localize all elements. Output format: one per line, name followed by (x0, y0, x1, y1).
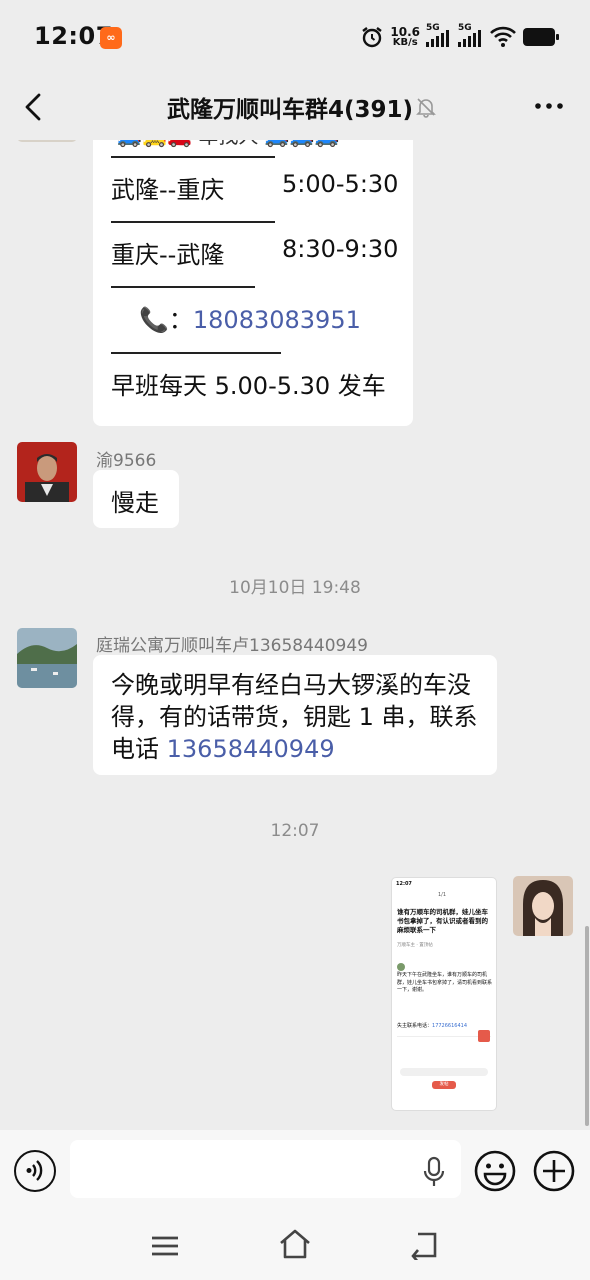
route-label: 重庆--武隆 (111, 241, 225, 269)
chat-header: 武隆万顺叫车群4(391) (0, 76, 590, 140)
message-text: 慢走 (111, 489, 159, 517)
alarm-icon (362, 27, 383, 48)
voice-input-button[interactable] (14, 1150, 56, 1192)
timestamp: 12:07 (270, 821, 320, 841)
thumb-phone: 失主联系电话：17726616414 (397, 1023, 468, 1029)
avatar-portrait-icon (17, 442, 77, 502)
chat-title: 武隆万顺叫车群4(391) (166, 97, 414, 123)
signal-sim1-icon: 5G (426, 23, 452, 47)
phone-link[interactable]: 18083083951 (193, 306, 361, 334)
signal-sim2-icon: 5G (458, 23, 484, 47)
scrollbar[interactable] (585, 926, 589, 1126)
thumb-divider (397, 1036, 491, 1037)
thumb-body: 昨天下午在武隆坐车，谁有万顺车的司机群，娃儿坐车书包拿掉了，请司机看到联系一下，… (397, 972, 493, 993)
sender-name: 庭瑞公寓万顺叫车卢13658440949 (96, 636, 368, 656)
back-icon[interactable] (408, 1230, 440, 1260)
avatar-portrait-icon (513, 876, 573, 936)
menu-icon[interactable] (150, 1234, 180, 1258)
schedule-note: 早班每天 5.00-5.30 发车 (111, 372, 386, 400)
emoji-icon[interactable] (474, 1150, 516, 1192)
route-time: 5:00-5:30 (282, 170, 399, 198)
sender-name: 渝9566 (96, 451, 157, 471)
thumb-meta: 万顺车主 · 置顶帖 (397, 943, 433, 948)
add-attachment-icon[interactable] (533, 1150, 575, 1192)
thumb-gray-bar (400, 1068, 488, 1076)
phone-icon: 📞 (139, 306, 169, 334)
home-icon[interactable] (278, 1228, 312, 1260)
more-options-icon[interactable] (534, 94, 564, 118)
status-bar: 12:07 ∞ 10.6 KB/s 5G 5G (0, 0, 590, 76)
status-icons: 10.6 KB/s 5G 5G (360, 22, 560, 52)
net-speed: 10.6 KB/s (390, 25, 420, 48)
divider (111, 156, 275, 158)
message-bubble[interactable]: 慢走 (93, 470, 179, 528)
app-notification-icon: ∞ (100, 27, 122, 49)
route-time: 8:30-9:30 (282, 235, 399, 263)
thumb-title: 谁有万顺车的司机群，娃儿坐车书包拿掉了，有认识或者看到的麻烦联系一下 (397, 908, 488, 934)
chat-area[interactable]: ·🚙🚕🚗 车找人 🚙🚙🚙 武隆--重庆 5:00-5:30 重庆--武隆 8:3… (0, 140, 590, 1130)
avatar[interactable] (17, 628, 77, 688)
message-bubble[interactable]: 今晚或明早有经白马大锣溪的车没 得，有的话带货，钥匙 1 串，联系 电话 136… (93, 655, 497, 775)
message-input[interactable] (70, 1140, 461, 1198)
avatar[interactable] (17, 140, 77, 142)
phone-link[interactable]: 13658440949 (167, 735, 335, 763)
thumb-red-icon (478, 1030, 490, 1042)
divider (111, 352, 281, 354)
thumb-author-row (397, 956, 491, 971)
message-emoji-line: ·🚙🚕🚗 车找人 🚙🚙🚙 (111, 140, 340, 149)
thumb-status: 12:07 (396, 881, 412, 887)
divider (111, 286, 255, 288)
avatar[interactable] (17, 442, 77, 502)
image-message[interactable]: 12:07 1/1 谁有万顺车的司机群，娃儿坐车书包拿掉了，有认识或者看到的麻烦… (391, 877, 497, 1111)
avatar-landscape-icon (17, 628, 77, 688)
wifi-icon (490, 26, 516, 47)
divider (111, 221, 275, 223)
microphone-icon[interactable] (422, 1156, 446, 1188)
battery-icon (523, 28, 559, 46)
route-label: 武隆--重庆 (111, 176, 225, 204)
message-bubble-schedule[interactable]: ·🚙🚕🚗 车找人 🚙🚙🚙 武隆--重庆 5:00-5:30 重庆--武隆 8:3… (93, 140, 413, 426)
message-text: 今晚或明早有经白马大锣溪的车没 得，有的话带货，钥匙 1 串，联系 电话 136… (111, 671, 478, 763)
mute-bell-icon (416, 98, 436, 118)
input-bar (0, 1130, 590, 1210)
timestamp: 10月10日 19:48 (229, 578, 361, 598)
thumb-button: 发帖 (432, 1081, 456, 1089)
voice-icon (26, 1160, 43, 1181)
system-nav-bar (0, 1210, 590, 1280)
my-avatar[interactable] (513, 876, 573, 936)
phone-row: 📞：18083083951 (139, 306, 361, 334)
thumb-page: 1/1 (438, 892, 447, 898)
